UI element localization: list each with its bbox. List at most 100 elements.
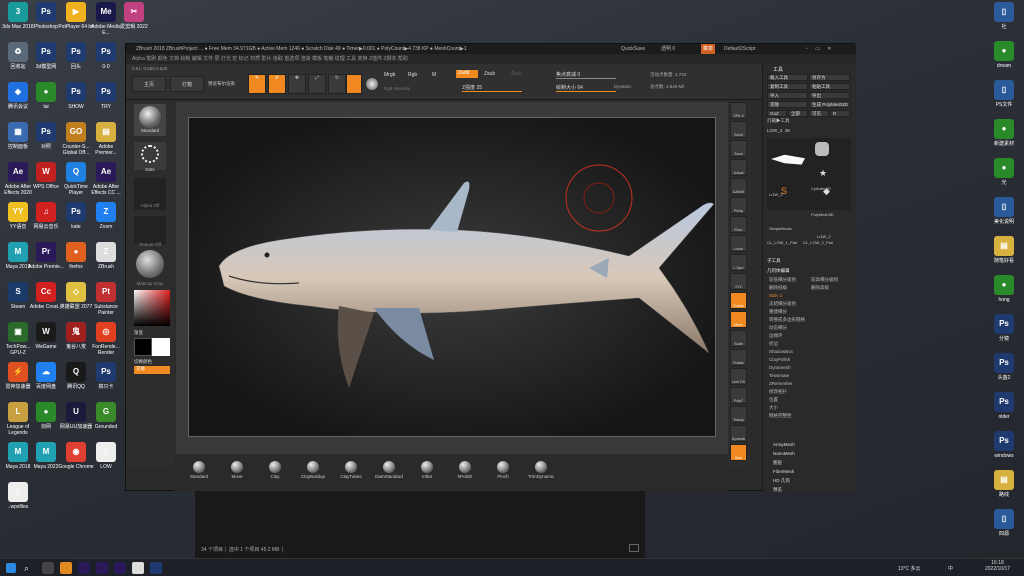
brush-button[interactable]: ClayBuildup xyxy=(296,461,330,479)
current-tool[interactable]: LOW_2. 48 xyxy=(767,128,790,133)
tool-button[interactable]: GoZ xyxy=(767,110,787,117)
z-intensity-slider[interactable]: Z强度 25 xyxy=(462,84,522,92)
geometry-item[interactable]: 转换成多边形网格 xyxy=(769,317,805,323)
desktop-icon[interactable]: ▤ Adobe Premier... xyxy=(88,122,124,156)
geometry-item[interactable]: 动态细分 xyxy=(769,325,787,331)
desktop-icon[interactable]: Ps 搞只卡 xyxy=(88,362,124,390)
desktop-icon[interactable]: Ps 0-0 xyxy=(88,42,124,70)
array-item[interactable]: ArrayMesh xyxy=(773,442,795,447)
array-item[interactable]: 预览 xyxy=(773,487,782,493)
geometry-item[interactable]: 边缘环 xyxy=(769,333,783,339)
zcut-button[interactable]: Zcut xyxy=(511,71,521,77)
switch-color-button[interactable]: 切换颜色 xyxy=(134,359,152,365)
right-shelf-button[interactable]: Local xyxy=(730,235,747,252)
right-shelf-button[interactable]: Solo xyxy=(730,444,747,461)
right-shelf-button[interactable]: SPix 3 xyxy=(730,102,747,119)
zbrush-menu-bar[interactable]: Alpha 笔刷 颜色 文档 绘制 编辑 文件 层 灯光 宏 标记 材质 影片 … xyxy=(126,54,856,64)
desktop-icon[interactable]: ◎ FonRende... Render xyxy=(88,322,124,356)
draw-button[interactable]: ✐ xyxy=(268,74,286,94)
array-item[interactable]: FiberMesh xyxy=(773,469,794,474)
desktop-icon[interactable]: Ae Adobe After Effects CC ... xyxy=(88,162,124,196)
tool-button[interactable]: R xyxy=(830,110,850,117)
geometry-item[interactable]: 大小 xyxy=(769,405,778,411)
shark-thumbnail-icon[interactable] xyxy=(771,154,805,165)
matcap-button[interactable] xyxy=(136,250,164,278)
desktop-icon[interactable]: Ps windows xyxy=(986,431,1022,459)
tool-button[interactable]: 复制工具 xyxy=(767,83,808,90)
default-script[interactable]: Default2Script xyxy=(724,44,755,54)
right-shelf-button[interactable]: PolyF xyxy=(730,387,747,404)
pr-taskbar-icon[interactable] xyxy=(96,562,108,574)
geometry-item[interactable]: 修改拓扑 xyxy=(769,389,787,395)
ime-indicator[interactable]: 中 xyxy=(948,565,953,572)
task-view-icon[interactable] xyxy=(42,562,54,574)
geometry-item[interactable]: ClayPolish xyxy=(769,357,790,362)
desktop-icon[interactable]: ▤ 路线 xyxy=(986,470,1022,498)
geometry-item[interactable]: 重建细分 xyxy=(769,309,787,315)
desktop-icon[interactable]: Z Zoom xyxy=(88,202,124,230)
right-shelf-button[interactable]: Persp xyxy=(730,197,747,214)
brush-button[interactable]: Clay xyxy=(258,461,292,479)
geometry-item[interactable]: 折边 xyxy=(769,341,778,347)
ae-taskbar-icon[interactable] xyxy=(78,562,90,574)
tool-button[interactable]: 生成 PolyMesh3D xyxy=(809,101,850,108)
right-shelf-button[interactable]: XYZ xyxy=(730,273,747,290)
brush-button[interactable]: DamStandard xyxy=(372,461,406,479)
search-icon[interactable]: ⌕ xyxy=(24,562,36,574)
subtool-section[interactable]: 子工具 xyxy=(767,258,781,264)
window-controls[interactable]: ▫ ▭ ✕ xyxy=(806,44,834,54)
geometry-item[interactable]: ShadowBox xyxy=(769,349,793,354)
cylinder-thumbnail-icon[interactable] xyxy=(815,142,829,156)
tool-button[interactable]: 克隆 xyxy=(767,101,808,108)
menus-button[interactable]: 菜单 xyxy=(701,44,716,54)
geometry-item[interactable]: 位置 xyxy=(769,397,778,403)
ps-taskbar-icon[interactable] xyxy=(150,562,162,574)
desktop-icon[interactable]: ▯ ..wpsfiles xyxy=(0,482,36,510)
alternate-button[interactable]: 交替 xyxy=(134,366,170,374)
desktop-icon[interactable]: ✂ 爱剪辑 2022 xyxy=(116,2,152,30)
draw-size-slider[interactable]: 绘制大小 64 xyxy=(556,84,616,92)
tool-button[interactable]: 可见 xyxy=(809,110,829,117)
stroke-button[interactable] xyxy=(134,142,166,170)
brush-button[interactable]: Pinch xyxy=(486,461,520,479)
right-shelf-button[interactable]: Line Fill xyxy=(730,368,747,385)
desktop-icon[interactable]: Z ZBrush xyxy=(88,242,124,270)
zbrush-taskbar-icon[interactable] xyxy=(132,562,144,574)
weather[interactable]: 13°C 多云 xyxy=(898,565,921,572)
focal-shift-slider[interactable]: 焦点衰减 0 xyxy=(556,71,616,79)
right-shelf-button[interactable]: Zoom xyxy=(730,140,747,157)
desktop-icon[interactable]: ▯ PS文件 xyxy=(986,80,1022,108)
clock[interactable]: 16:18 2022/10/17 xyxy=(985,560,1010,572)
dynamic-toggle[interactable]: Dynamic xyxy=(614,84,632,89)
right-shelf-button[interactable]: Frame xyxy=(730,292,747,309)
me-taskbar-icon[interactable] xyxy=(114,562,126,574)
secondary-color-swatch[interactable] xyxy=(152,338,170,356)
tool-thumb-label[interactable]: PolyMesh3D xyxy=(811,212,834,217)
primary-color-swatch[interactable] xyxy=(134,338,152,356)
rgb-intensity[interactable]: Rgb Intensity xyxy=(384,86,410,91)
brush-button[interactable]: Inflat xyxy=(410,461,444,479)
tool-thumb-label[interactable]: CL_LOW_2_Flat xyxy=(803,240,833,245)
geometry-item[interactable]: 网格完整性 xyxy=(769,413,792,419)
geometry-item[interactable]: ZRemesher xyxy=(769,381,793,386)
lightbox-button[interactable]: 灯箱 xyxy=(170,76,204,92)
desktop-icon[interactable]: ▯ 美化说明 xyxy=(986,197,1022,225)
desktop-icon[interactable]: ● 光 xyxy=(986,158,1022,186)
lightbox-tool[interactable]: 灯箱▶工具 xyxy=(767,118,790,124)
rgb-button[interactable]: Rgb xyxy=(408,72,417,78)
transparency-slider[interactable]: 透明 0 xyxy=(661,44,675,54)
tool-thumb-label[interactable]: Cylinder3D xyxy=(811,186,831,191)
color-picker[interactable] xyxy=(134,290,170,326)
tool-button[interactable]: 粘贴工具 xyxy=(809,83,850,90)
desktop-icon[interactable]: Ps TRY xyxy=(88,82,124,110)
document-canvas[interactable] xyxy=(188,117,716,437)
right-shelf-button[interactable]: Transp xyxy=(730,406,747,423)
tool-thumb-label[interactable]: CL_LOW_1_Flat xyxy=(767,240,797,245)
explorer-taskbar-icon[interactable] xyxy=(60,562,72,574)
desktop-icon[interactable]: ● hong xyxy=(986,275,1022,303)
array-item[interactable]: HD 几何 xyxy=(773,478,790,484)
geometry-item[interactable]: 较低细分级别 xyxy=(769,277,796,283)
right-shelf-button[interactable]: Actual xyxy=(730,159,747,176)
geometry-item[interactable]: 删除低级 xyxy=(769,285,787,291)
brush-button[interactable]: Standard xyxy=(182,461,216,479)
